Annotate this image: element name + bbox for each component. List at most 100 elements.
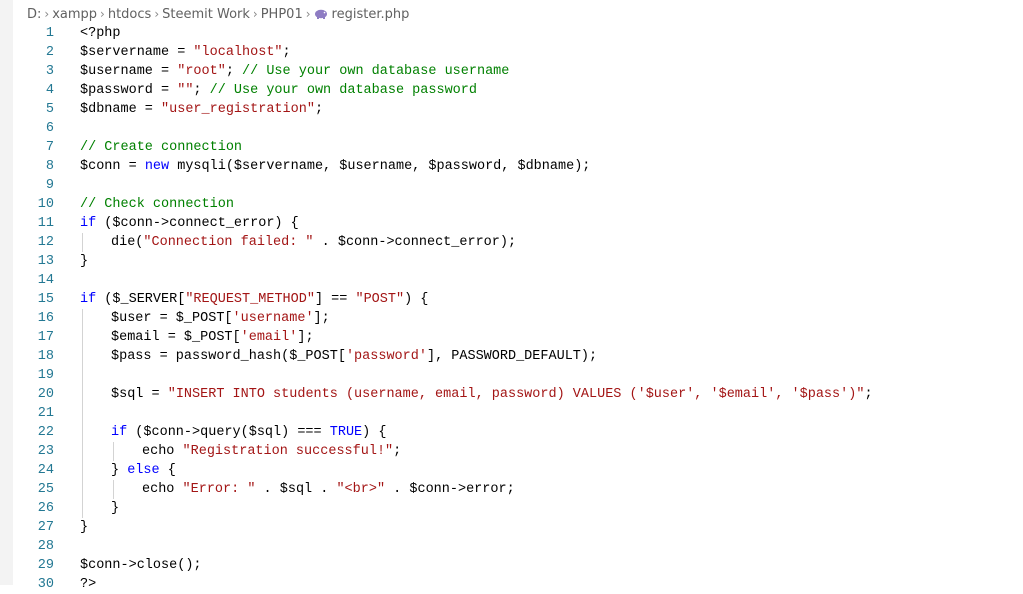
code-token: ($_SERVER[ bbox=[96, 292, 186, 307]
code-line[interactable]: 28 bbox=[0, 537, 1023, 556]
line-number: 19 bbox=[37, 368, 54, 383]
code-line[interactable]: 2 $servername = "localhost"; bbox=[0, 43, 1023, 62]
code-token: // Use your own database username bbox=[242, 64, 510, 79]
code-token: $email = $_POST[ bbox=[111, 330, 241, 345]
line-number: 11 bbox=[37, 216, 54, 231]
chevron-right-icon: › bbox=[305, 7, 311, 21]
code-token: echo bbox=[142, 482, 183, 497]
code-text: if ($conn->connect_error) { bbox=[80, 214, 299, 233]
code-text: $conn->close(); bbox=[80, 556, 202, 575]
line-number: 13 bbox=[37, 254, 54, 269]
code-text: $pass = password_hash($_POST['password']… bbox=[111, 347, 597, 366]
code-token: "POST" bbox=[355, 292, 405, 307]
code-token: 'password' bbox=[345, 349, 427, 364]
line-number: 9 bbox=[45, 178, 54, 193]
line-number: 2 bbox=[45, 45, 54, 60]
code-line[interactable]: 12 die("Connection failed: " . $conn->con… bbox=[0, 233, 1023, 252]
code-token: if bbox=[80, 292, 97, 307]
line-number: 16 bbox=[37, 311, 54, 326]
code-token: "localhost" bbox=[193, 45, 283, 60]
code-token: else bbox=[127, 463, 160, 478]
line-number: 25 bbox=[37, 482, 54, 497]
code-line[interactable]: 3 $username = "root"; // Use your own dat… bbox=[0, 62, 1023, 81]
code-line[interactable]: 10 // Check connection bbox=[0, 195, 1023, 214]
code-text: $user = $_POST['username']; bbox=[111, 309, 330, 328]
indent-guide bbox=[113, 442, 114, 461]
code-token: $pass = password_hash($_POST[ bbox=[111, 349, 346, 364]
code-line[interactable]: 26} bbox=[0, 499, 1023, 518]
indent-guide bbox=[82, 385, 83, 404]
code-token: . $sql . bbox=[255, 482, 337, 497]
code-token: $servername = bbox=[80, 45, 194, 60]
code-line[interactable]: 27} bbox=[0, 518, 1023, 537]
code-token: } bbox=[111, 463, 128, 478]
code-line[interactable]: 7 // Create connection bbox=[0, 138, 1023, 157]
code-line[interactable]: 8 $conn = new mysqli($servername, $userna… bbox=[0, 157, 1023, 176]
code-line[interactable]: 16 $user = $_POST['username']; bbox=[0, 309, 1023, 328]
code-line[interactable]: 24} else { bbox=[0, 461, 1023, 480]
code-line[interactable]: 23 echo "Registration successful!"; bbox=[0, 442, 1023, 461]
indent-guide bbox=[82, 233, 83, 252]
code-text: // Create connection bbox=[80, 138, 242, 157]
code-token: } bbox=[111, 501, 120, 516]
code-token: $password = bbox=[80, 83, 178, 98]
code-line[interactable]: 9 bbox=[0, 176, 1023, 195]
code-token: 'email' bbox=[240, 330, 298, 345]
code-token: new bbox=[144, 159, 170, 174]
line-number: 23 bbox=[37, 444, 54, 459]
code-line[interactable]: 18 $pass = password_hash($_POST['password… bbox=[0, 347, 1023, 366]
breadcrumb-item[interactable]: Steemit Work bbox=[162, 7, 250, 22]
code-token: ]; bbox=[313, 311, 330, 326]
code-text: $servername = "localhost"; bbox=[80, 43, 291, 62]
code-line[interactable]: 13} bbox=[0, 252, 1023, 271]
code-token: ; bbox=[282, 45, 291, 60]
indent-guide bbox=[82, 328, 83, 347]
code-token: $user = $_POST[ bbox=[111, 311, 233, 326]
code-token: $username = bbox=[80, 64, 178, 79]
code-line[interactable]: 15 if ($_SERVER["REQUEST_METHOD"] == "POS… bbox=[0, 290, 1023, 309]
code-line[interactable]: 5 $dbname = "user_registration"; bbox=[0, 100, 1023, 119]
code-token: "user_registration" bbox=[161, 102, 315, 117]
code-line[interactable]: 29 $conn->close(); bbox=[0, 556, 1023, 575]
code-token: <?php bbox=[80, 26, 121, 41]
code-line[interactable]: 22 if ($conn->query($sql) === TRUE) { bbox=[0, 423, 1023, 442]
breadcrumb-item[interactable]: xampp bbox=[52, 7, 97, 22]
code-line[interactable]: 19 bbox=[0, 366, 1023, 385]
breadcrumb-item[interactable]: D: bbox=[27, 7, 41, 22]
code-token: 'username' bbox=[232, 311, 314, 326]
code-token: ; bbox=[864, 387, 873, 402]
code-token: ($conn->query($sql) === bbox=[127, 425, 330, 440]
code-line[interactable]: 11 if ($conn->connect_error) { bbox=[0, 214, 1023, 233]
line-number: 29 bbox=[37, 558, 54, 573]
code-token: "Error: " bbox=[182, 482, 256, 497]
code-token: ]; bbox=[297, 330, 314, 345]
code-line[interactable]: 17 $email = $_POST['email']; bbox=[0, 328, 1023, 347]
code-line[interactable]: 21 bbox=[0, 404, 1023, 423]
code-token: } bbox=[80, 254, 89, 269]
indent-guide bbox=[82, 442, 83, 461]
breadcrumb-item[interactable]: htdocs bbox=[108, 7, 151, 22]
code-text: // Check connection bbox=[80, 195, 234, 214]
code-token: // Use your own database password bbox=[209, 83, 477, 98]
code-text: } else { bbox=[111, 461, 176, 480]
line-number: 15 bbox=[37, 292, 54, 307]
code-line[interactable]: 4 $password = ""; // Use your own databas… bbox=[0, 81, 1023, 100]
breadcrumb-item[interactable]: register.php bbox=[332, 7, 410, 22]
code-editor[interactable]: 1 <?php 2 $servername = "localhost"; 3 $usern… bbox=[0, 24, 1023, 594]
line-number: 27 bbox=[37, 520, 54, 535]
indent-guide bbox=[82, 423, 83, 442]
code-line[interactable]: 6 bbox=[0, 119, 1023, 138]
indent-guide bbox=[82, 461, 83, 480]
code-text: $username = "root"; // Use your own data… bbox=[80, 62, 509, 81]
code-token: ; bbox=[314, 102, 324, 117]
code-text: <?php bbox=[80, 24, 121, 43]
code-line[interactable]: 1 <?php bbox=[0, 24, 1023, 43]
code-line[interactable]: 25 echo "Error: " . $sql . "<br>" . $conn… bbox=[0, 480, 1023, 499]
code-token: TRUE bbox=[329, 425, 363, 440]
line-number: 6 bbox=[45, 121, 54, 136]
breadcrumb-item[interactable]: PHP01 bbox=[261, 7, 303, 22]
code-line[interactable]: 14 bbox=[0, 271, 1023, 290]
code-line[interactable]: 20 $sql = "INSERT INTO students (username… bbox=[0, 385, 1023, 404]
indent-guide bbox=[82, 480, 83, 499]
code-text: $password = ""; // Use your own database… bbox=[80, 81, 477, 100]
